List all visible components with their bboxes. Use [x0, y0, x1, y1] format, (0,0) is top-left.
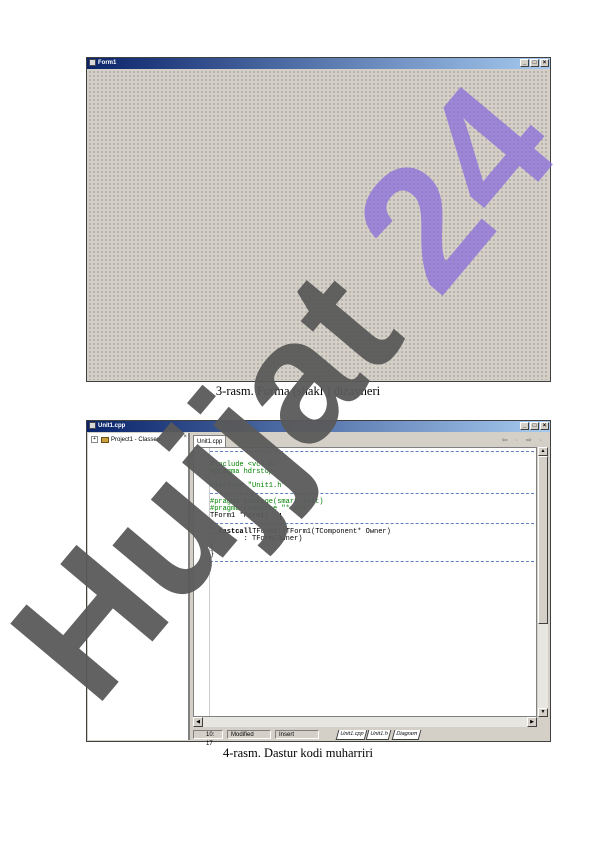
code-line: : TForm(Owner)	[210, 535, 303, 543]
editor-title: Unit1.cpp	[98, 423, 126, 429]
code-area[interactable]: #include <vcl.h> #pragma hdrstop #includ…	[193, 447, 537, 717]
separator-line	[210, 493, 534, 494]
insert-mode: Insert	[275, 730, 319, 739]
close-icon[interactable]: ×	[540, 59, 549, 67]
code-line: }	[210, 551, 215, 559]
scroll-left-icon[interactable]: ◀	[193, 717, 203, 727]
code-line: #include "Unit1.h"	[210, 482, 286, 490]
separator-line	[210, 451, 534, 452]
document-icon	[89, 422, 96, 429]
status-bar: 10: 17 Modified Insert Unit1.cpp Unit1.h…	[191, 728, 549, 747]
minimize-icon[interactable]: _	[520, 422, 529, 430]
horizontal-scrollbar[interactable]: ◀ ▶	[193, 717, 537, 727]
close-icon[interactable]: ×	[183, 434, 187, 440]
modified-status: Modified	[227, 730, 271, 739]
maximize-icon[interactable]: □	[530, 59, 539, 67]
cursor-position: 10: 17	[193, 730, 223, 747]
figure3-caption: 3-rasm. Forma (shakl ) dizayneri	[215, 384, 381, 398]
tree-item-project[interactable]: + Project1 - Classes	[91, 436, 160, 443]
code-line: #pragma hdrstop	[210, 468, 274, 476]
maximize-icon[interactable]: □	[530, 422, 539, 430]
scroll-up-icon[interactable]: ▲	[538, 447, 548, 456]
nav-arrows-icon[interactable]: ⇦ · ⇨ ·	[502, 436, 545, 444]
form1-titlebar[interactable]: Form1 _ □ ×	[87, 58, 550, 69]
minimize-icon[interactable]: _	[520, 59, 529, 67]
editor-gutter	[194, 448, 210, 716]
close-icon[interactable]: ×	[540, 422, 549, 430]
tab-unit1-cpp-bottom[interactable]: Unit1.cpp	[335, 730, 368, 740]
editor-titlebar[interactable]: Unit1.cpp _ □ ×	[87, 421, 550, 432]
expand-icon[interactable]: +	[91, 436, 98, 443]
scroll-thumb[interactable]	[538, 456, 548, 624]
scroll-right-icon[interactable]: ▶	[527, 717, 537, 727]
tree-item-label: Project1 - Classes	[111, 437, 160, 444]
form1-window: Form1 _ □ ×	[86, 57, 551, 382]
editor-pane: Unit1.cpp ⇦ · ⇨ · #include <vcl.h> #prag…	[191, 433, 549, 747]
figure4-caption: 4-rasm. Dastur kodi muharriri	[223, 746, 373, 760]
form1-title: Form1	[98, 60, 117, 66]
form1-window-controls: _ □ ×	[520, 59, 549, 67]
text-cursor	[280, 513, 281, 520]
editor-window-controls: _ □ ×	[520, 422, 549, 430]
code-line: TForm1 *Form1;	[210, 512, 269, 520]
separator-line	[210, 523, 534, 524]
editor-tabs: Unit1.cpp ⇦ · ⇨ ·	[191, 433, 549, 448]
separator-line	[210, 561, 534, 562]
scroll-down-icon[interactable]: ▼	[538, 708, 548, 717]
form-design-grid[interactable]	[88, 70, 549, 380]
vertical-scrollbar[interactable]: ▲ ▼	[538, 447, 548, 717]
code-editor-window: Unit1.cpp _ □ × × + Project1 - Classes Un…	[86, 420, 551, 747]
tab-unit1-h[interactable]: Unit1.h	[365, 730, 392, 740]
form-icon	[89, 59, 96, 66]
class-explorer: × + Project1 - Classes	[88, 433, 190, 740]
tab-diagram[interactable]: Diagram	[391, 730, 422, 740]
project-icon	[101, 436, 109, 443]
